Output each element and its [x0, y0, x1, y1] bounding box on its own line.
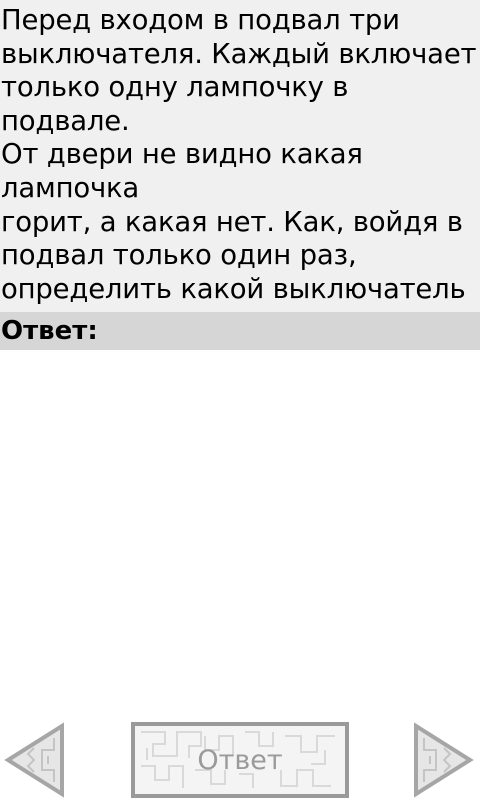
question-panel: Перед входом в подвал три выключателя. К…: [0, 0, 480, 372]
answer-area: [0, 350, 480, 720]
answer-header: Ответ:: [0, 312, 480, 350]
next-button[interactable]: [414, 722, 474, 798]
left-arrow-icon: [4, 722, 64, 798]
show-answer-button[interactable]: Ответ: [131, 722, 349, 798]
previous-button[interactable]: [4, 722, 64, 798]
answer-header-label: Ответ:: [1, 316, 98, 346]
right-arrow-icon: [414, 722, 474, 798]
show-answer-button-label: Ответ: [197, 744, 283, 776]
